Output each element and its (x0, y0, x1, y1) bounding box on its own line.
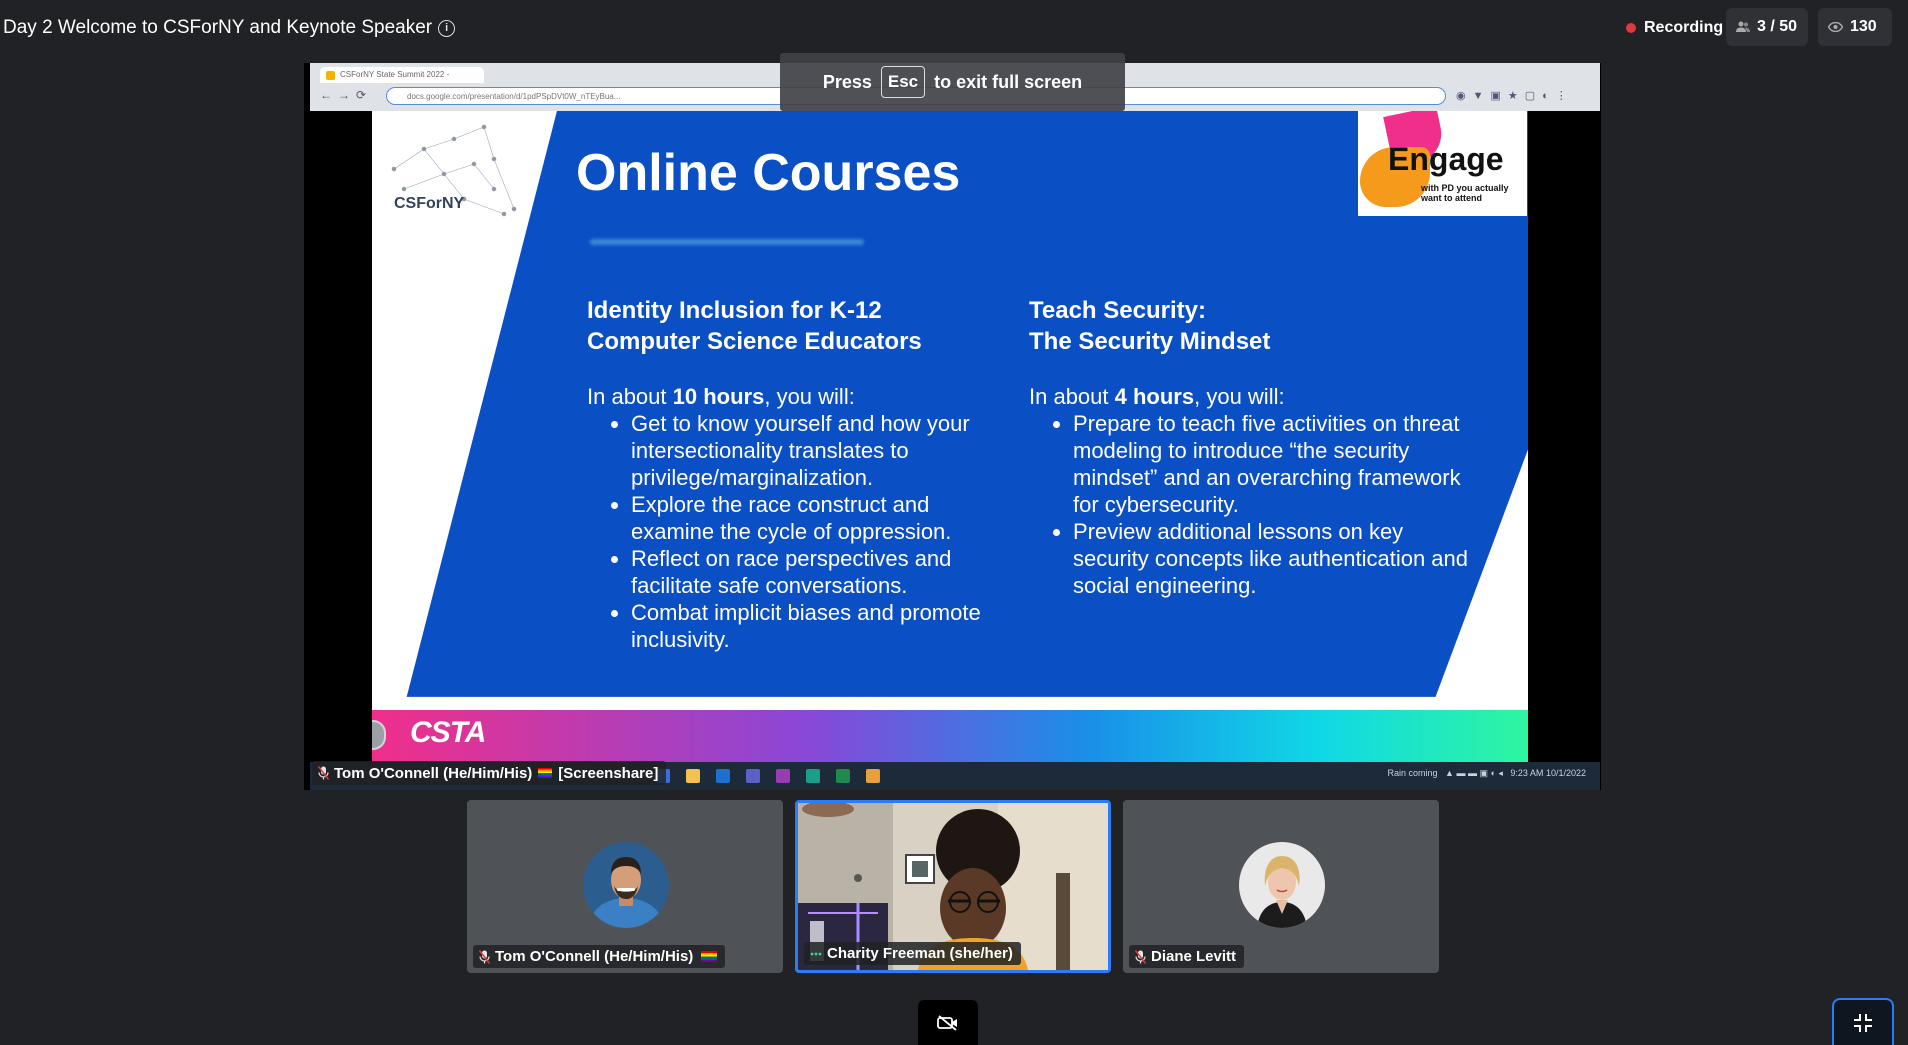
course-left-intro-suffix: , you will: (764, 384, 855, 409)
shared-browser-nav-icons: ←→⟳ (320, 88, 373, 102)
pride-flag-icon (538, 768, 553, 778)
taskbar-time: 9:23 AM (1510, 768, 1544, 778)
taskbar-tray: Rain coming ▲ ▬ ▬ ▣ ◐ ◂ 9:23 AM 10/1/202… (1387, 768, 1587, 778)
course-right-intro-prefix: In about (1029, 384, 1115, 409)
course-right-title-line2: The Security Mindset (1029, 328, 1271, 355)
taskbar-app-icon (866, 769, 880, 783)
camera-toggle-button[interactable] (918, 1000, 978, 1045)
course-right-hours: 4 hours (1114, 384, 1195, 409)
participants-count: 3 / 50 (1757, 18, 1798, 35)
taskbar-weather: Rain coming (1387, 768, 1438, 778)
screenshare-owner-name: Tom O'Connell (He/Him/His) (334, 764, 533, 782)
course-left-title: Identity Inclusion for K-12 Computer Sci… (587, 295, 1007, 357)
course-right-title-line1: Teach Security: (1029, 297, 1206, 324)
participant-name-label: Tom O'Connell (He/Him/His) (473, 945, 726, 968)
taskbar-date: 10/1/2022 (1545, 768, 1586, 778)
shared-browser-tab: CSForNY State Summit 2022 - (320, 67, 484, 83)
list-item: Explore the race construct and examine t… (631, 491, 1007, 545)
taskbar-app-icon (806, 769, 820, 783)
list-item: Preview additional lessons on key securi… (1073, 518, 1479, 599)
taskbar-app-icon (716, 769, 730, 783)
course-left-intro: In about 10 hours, you will: (587, 383, 1007, 410)
participant-name-label: Charity Freeman (she/her) (804, 942, 1021, 965)
camera-off-icon (937, 1014, 957, 1031)
shared-tab-title: CSForNY State Summit 2022 - (340, 70, 450, 79)
participant-tile[interactable]: Diane Levitt (1123, 800, 1439, 973)
slide-heading: Online Courses (576, 144, 961, 202)
avatar (583, 842, 669, 928)
list-item: Prepare to teach five activities on thre… (1073, 410, 1479, 518)
esc-key-hint: Esc (880, 66, 926, 98)
course-right-bullets: Prepare to teach five activities on thre… (1029, 410, 1479, 599)
diane-avatar-icon (1239, 842, 1325, 928)
engage-logo: Engage with PD you actually want to atte… (1358, 111, 1527, 216)
participant-name: Diane Levitt (1151, 948, 1237, 965)
course-left-bullets: Get to know yourself and how your inters… (587, 410, 1007, 653)
participant-name-label: Diane Levitt (1129, 945, 1245, 968)
slide-gradient-footer (372, 710, 1528, 762)
meeting-title: Day 2 Welcome to CSForNY and Keynote Spe… (3, 17, 456, 39)
taskbar-app-icon (836, 769, 850, 783)
participant-name: Tom O'Connell (He/Him/His) (495, 948, 694, 965)
collapse-icon (1854, 1013, 1872, 1032)
participants-count-button[interactable]: 3 / 50 (1726, 8, 1808, 46)
recording-indicator: Recording (1626, 16, 1723, 40)
meeting-title-text: Day 2 Welcome to CSForNY and Keynote Spe… (3, 17, 433, 38)
viewers-count-button[interactable]: 130 (1818, 8, 1892, 46)
info-icon[interactable]: i (438, 20, 456, 37)
taskbar-app-icon (776, 769, 790, 783)
pride-flag-icon (701, 951, 718, 962)
course-left-title-line1: Identity Inclusion for K-12 (587, 297, 882, 324)
engage-tagline: with PD you actually want to attend (1421, 183, 1509, 203)
course-right: Teach Security: The Security Mindset In … (1029, 295, 1479, 599)
participant-tile[interactable]: Tom O'Connell (He/Him/His) (467, 800, 783, 973)
people-icon (1736, 21, 1750, 32)
mic-off-icon (479, 949, 490, 964)
course-left-title-line2: Computer Science Educators (587, 328, 922, 355)
shared-browser-extension-icons: ◉▼▣★▢◐⋮ (1456, 90, 1574, 102)
course-right-intro-suffix: , you will: (1194, 384, 1285, 409)
screenshare-tag: [Screenshare] (558, 764, 659, 782)
taskbar-app-icon (686, 769, 700, 783)
screenshare-view: CSForNY State Summit 2022 - ←→⟳ docs.goo… (304, 63, 1601, 790)
engage-word: Engage (1388, 141, 1504, 177)
top-bar: Day 2 Welcome to CSForNY and Keynote Spe… (0, 0, 1908, 56)
viewers-count: 130 (1850, 18, 1877, 35)
list-item: Get to know yourself and how your inters… (631, 410, 1007, 491)
participant-tile-active-speaker[interactable]: Charity Freeman (she/her) (795, 800, 1111, 973)
banner-suffix-text: to exit full screen (934, 71, 1083, 92)
list-item: Combat implicit biases and promote inclu… (631, 599, 1007, 653)
eye-icon (1828, 22, 1843, 32)
course-right-title: Teach Security: The Security Mindset (1029, 295, 1479, 357)
course-left: Identity Inclusion for K-12 Computer Sci… (587, 295, 1007, 653)
screenshare-owner-label: Tom O'Connell (He/Him/His) [Screenshare] (312, 761, 667, 785)
course-left-hours: 10 hours (672, 384, 765, 409)
mic-off-icon (318, 766, 329, 780)
fullscreen-exit-banner: Press Esc to exit full screen (780, 53, 1125, 111)
participant-name: Charity Freeman (she/her) (827, 945, 1013, 962)
presentation-slide: CSTA CSForNY Online Courses Engage with … (372, 111, 1528, 762)
course-left-intro-prefix: In about (587, 384, 673, 409)
course-right-intro: In about 4 hours, you will: (1029, 383, 1479, 410)
csta-logo: CSTA (410, 716, 486, 749)
csforny-logo-text: CSForNY (394, 195, 465, 212)
taskbar-app-icon (746, 769, 760, 783)
speaking-indicator-icon (810, 952, 822, 955)
exit-fullscreen-button[interactable] (1832, 998, 1894, 1045)
banner-press-text: Press (822, 71, 872, 92)
mic-off-icon (1135, 949, 1146, 964)
recording-dot-icon (1626, 23, 1636, 33)
slides-favicon-icon (326, 71, 335, 80)
avatar (1239, 842, 1325, 928)
list-item: Reflect on race perspectives and facilit… (631, 545, 1007, 599)
slide-blurred-link (590, 239, 864, 245)
recording-label: Recording (1644, 19, 1724, 36)
tom-avatar-icon (583, 842, 669, 928)
